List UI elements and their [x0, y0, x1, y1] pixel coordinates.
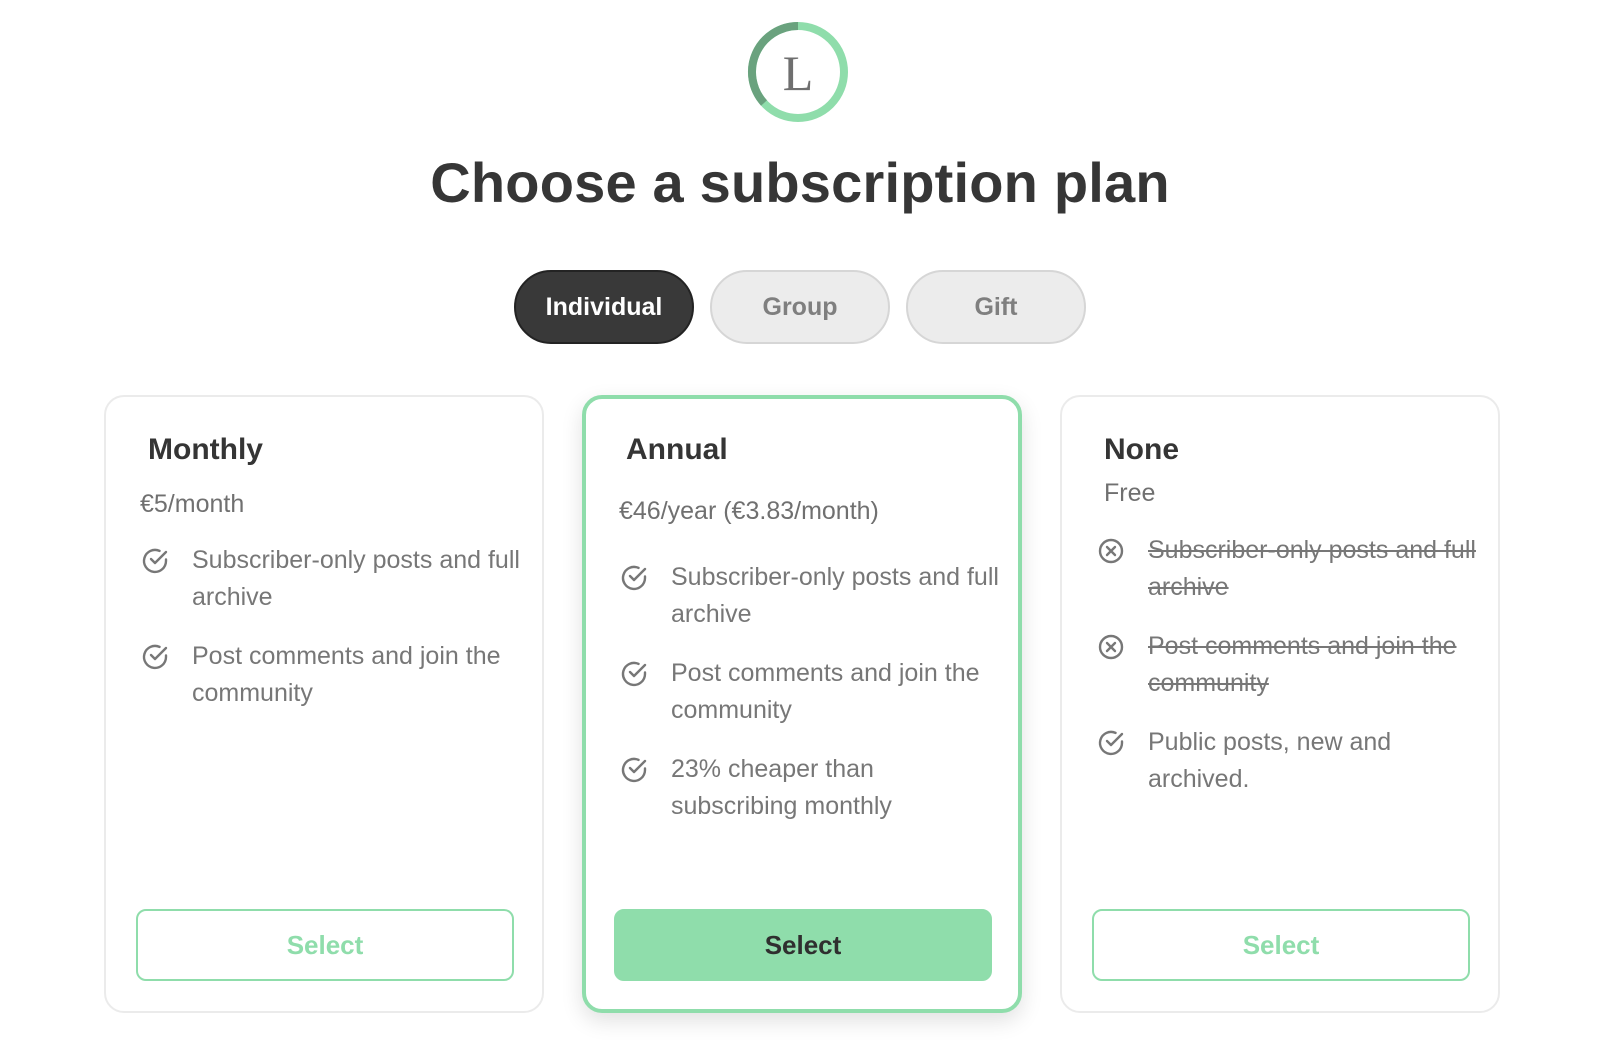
check-circle-icon	[619, 659, 649, 689]
feature-item: Post comments and join the community	[619, 655, 999, 729]
plan-price: €46/year (€3.83/month)	[619, 497, 879, 525]
plan-name: Monthly	[148, 433, 263, 466]
feature-text: Post comments and join the community	[671, 659, 980, 724]
page-title: Choose a subscription plan	[430, 151, 1170, 214]
check-circle-icon	[1096, 728, 1126, 758]
publication-logo: L	[746, 20, 850, 124]
feature-item: Post comments and join the community	[140, 638, 520, 712]
plan-card-annual[interactable]: Annual €46/year (€3.83/month) Subscriber…	[582, 395, 1022, 1013]
check-circle-icon	[140, 546, 170, 576]
feature-list: Subscriber-only posts and full archive P…	[1096, 532, 1476, 820]
feature-item: Post comments and join the community	[1096, 628, 1476, 702]
select-monthly-button[interactable]: Select	[136, 909, 514, 981]
feature-list: Subscriber-only posts and full archive P…	[619, 559, 999, 847]
plan-price: Free	[1104, 479, 1156, 507]
feature-text: Public posts, new and archived.	[1148, 728, 1392, 793]
check-circle-icon	[140, 642, 170, 672]
feature-item: Subscriber-only posts and full archive	[1096, 532, 1476, 606]
select-annual-button[interactable]: Select	[614, 909, 992, 981]
tab-group[interactable]: Group	[710, 270, 890, 344]
feature-item: Public posts, new and archived.	[1096, 724, 1476, 798]
feature-item: 23% cheaper than subscribing monthly	[619, 751, 999, 825]
plan-card-monthly[interactable]: Monthly €5/month Subscriber-only posts a…	[104, 395, 544, 1013]
feature-text: Subscriber-only posts and full archive	[671, 563, 999, 628]
plan-price: €5/month	[140, 490, 245, 518]
feature-item: Subscriber-only posts and full archive	[619, 559, 999, 633]
subscription-page: L Choose a subscription plan Individual …	[0, 0, 1600, 1046]
x-circle-icon	[1096, 536, 1126, 566]
check-circle-icon	[619, 563, 649, 593]
feature-text: Subscriber-only posts and full archive	[192, 546, 520, 611]
feature-list: Subscriber-only posts and full archive P…	[140, 542, 520, 734]
feature-text: Post comments and join the community	[1148, 632, 1457, 697]
x-circle-icon	[1096, 632, 1126, 662]
plan-name: Annual	[626, 433, 728, 466]
tab-gift[interactable]: Gift	[906, 270, 1086, 344]
tab-individual[interactable]: Individual	[514, 270, 694, 344]
plan-type-tabs: Individual Group Gift	[0, 270, 1600, 344]
check-circle-icon	[619, 755, 649, 785]
feature-text: Post comments and join the community	[192, 642, 501, 707]
feature-text: 23% cheaper than subscribing monthly	[671, 755, 892, 820]
select-none-button[interactable]: Select	[1092, 909, 1470, 981]
feature-text: Subscriber-only posts and full archive	[1148, 536, 1476, 601]
logo-letter: L	[782, 45, 814, 101]
feature-item: Subscriber-only posts and full archive	[140, 542, 520, 616]
plan-card-none[interactable]: None Free Subscriber-only posts and full…	[1060, 395, 1500, 1013]
plan-name: None	[1104, 433, 1179, 466]
